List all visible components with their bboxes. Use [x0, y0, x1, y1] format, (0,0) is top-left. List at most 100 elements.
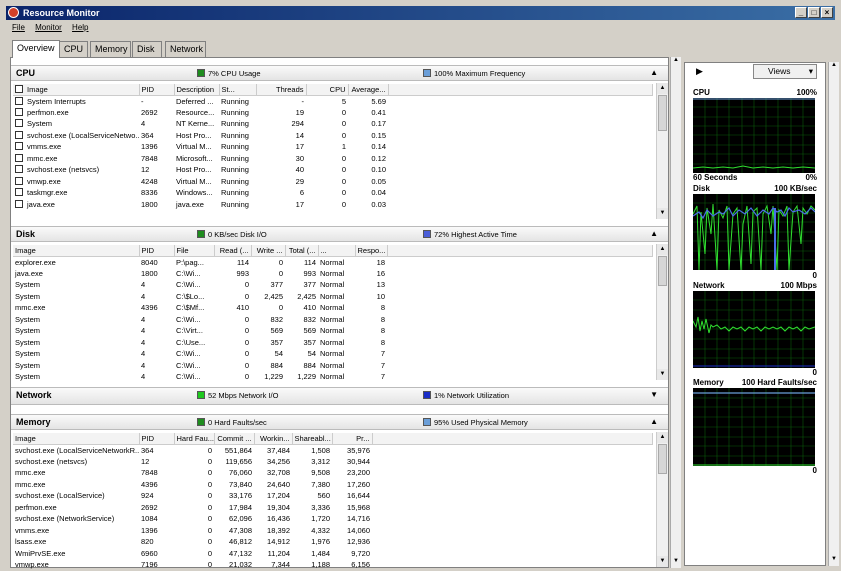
table-row[interactable]: perfmon.exe 2692 0 17,984 19,304 3,336 15,968 [13, 502, 653, 514]
graph-pane-scrollbar[interactable]: ▲ ▼ [828, 62, 839, 566]
collapse-arrow-icon[interactable]: ▲ [650, 417, 658, 426]
column-header[interactable]: Commit ... [214, 433, 255, 445]
table-row[interactable]: taskmgr.exe 8336 Windows... Running 6 0 0.04 [13, 187, 653, 199]
scroll-thumb[interactable] [658, 95, 667, 131]
row-checkbox[interactable] [15, 176, 23, 185]
table-row[interactable]: System 4 C:\Wi... 0 884 884 Normal 7 [13, 360, 653, 372]
select-all-checkbox[interactable] [15, 84, 23, 93]
row-checkbox[interactable] [15, 130, 23, 139]
table-row[interactable]: mmc.exe 4396 C:\$Mf... 410 0 410 Normal 8 [13, 302, 653, 314]
expand-arrow-icon[interactable]: ▼ [650, 390, 658, 399]
tab-overview[interactable]: Overview [12, 40, 60, 58]
table-row[interactable]: svchost.exe (LocalServiceNetwo... 364 Host… [13, 130, 653, 142]
table-row[interactable]: System Interrupts - Deferred ... Running - 5 5… [13, 95, 653, 107]
table-row[interactable]: lsass.exe 820 0 46,812 14,912 1,976 12,936 [13, 536, 653, 548]
disk-scrollbar[interactable]: ▲ ▼ [656, 244, 668, 380]
column-header[interactable]: Image [13, 433, 140, 445]
scroll-thumb[interactable] [658, 256, 667, 286]
table-row[interactable]: svchost.exe (LocalService) 924 0 33,176 17,2… [13, 490, 653, 502]
close-button[interactable]: × [821, 7, 833, 18]
tab-cpu[interactable]: CPU [59, 41, 88, 57]
table-row[interactable]: System 4 C:\Wi... 0 377 377 Normal 13 [13, 279, 653, 291]
scroll-up-icon[interactable]: ▲ [657, 83, 668, 94]
cpu-section-header[interactable]: CPU 7% CPU Usage 100% Maximum Frequency … [11, 65, 668, 81]
row-checkbox[interactable] [15, 96, 23, 105]
table-row[interactable]: System 4 C:\Wi... 0 1,229 1,229 Normal 7 [13, 371, 653, 383]
menu-help[interactable]: Help [72, 23, 88, 32]
maximize-button[interactable]: □ [808, 7, 820, 18]
table-row[interactable]: mmc.exe 7848 0 76,060 32,708 9,508 23,200 [13, 467, 653, 479]
network-section-header[interactable]: Network 52 Mbps Network I/O 1% Network U… [11, 387, 668, 405]
disk-section-header[interactable]: Disk 0 KB/sec Disk I/O 72% Highest Activ… [11, 226, 668, 242]
column-header[interactable]: Write ... [251, 245, 286, 257]
row-checkbox[interactable] [15, 107, 23, 116]
table-row[interactable]: System 4 C:\Wi... 0 54 54 Normal 7 [13, 348, 653, 360]
chevron-down-icon[interactable]: ▾ [809, 65, 813, 78]
menu-file[interactable]: File [12, 23, 25, 32]
scroll-down-icon[interactable]: ▼ [657, 208, 668, 219]
scroll-up-icon[interactable]: ▲ [829, 62, 839, 72]
table-row[interactable]: System 4 NT Kerne... Running 294 0 0.17 [13, 118, 653, 130]
column-header[interactable]: St... [219, 84, 257, 96]
scroll-down-icon[interactable]: ▼ [829, 556, 839, 566]
column-header[interactable]: Read (... [214, 245, 252, 257]
table-row[interactable]: svchost.exe (netsvcs) 12 Host Pro... Runnin… [13, 164, 653, 176]
scroll-up-icon[interactable]: ▲ [657, 244, 668, 255]
table-row[interactable]: System 4 C:\$Lo... 0 2,425 2,425 Normal 10 [13, 291, 653, 303]
column-header[interactable]: File [174, 245, 215, 257]
scroll-up-icon[interactable]: ▲ [671, 57, 681, 67]
main-pane-scrollbar[interactable]: ▲ ▼ [670, 57, 681, 568]
table-row[interactable]: svchost.exe (LocalServiceNetworkR... 364 0… [13, 444, 653, 456]
row-checkbox[interactable] [15, 119, 23, 128]
minimize-button[interactable]: _ [795, 7, 807, 18]
row-checkbox[interactable] [15, 199, 23, 208]
column-header[interactable]: Image [13, 84, 140, 96]
column-header[interactable]: PID [139, 245, 175, 257]
cpu-scrollbar[interactable]: ▲ ▼ [656, 83, 668, 219]
memory-section-header[interactable]: Memory 0 Hard Faults/sec 95% Used Physic… [11, 414, 668, 430]
table-row[interactable]: java.exe 1800 java.exe Running 17 0 0.03 [13, 199, 653, 211]
column-header[interactable]: Pr... [332, 433, 373, 445]
table-row[interactable]: svchost.exe (netsvcs) 12 0 119,656 34,256 3,3… [13, 456, 653, 468]
column-header[interactable]: PID [139, 84, 175, 96]
table-row[interactable]: System 4 C:\Use... 0 357 357 Normal 8 [13, 337, 653, 349]
table-row[interactable]: java.exe 1800 C:\Wi... 993 0 993 Normal 16 [13, 268, 653, 280]
row-checkbox[interactable] [15, 142, 23, 151]
table-row[interactable]: vmms.exe 1396 Virtual M... Running 17 1 0.14 [13, 141, 653, 153]
memory-scrollbar[interactable]: ▲ ▼ [656, 432, 668, 567]
column-header[interactable]: PID [139, 433, 175, 445]
views-dropdown[interactable]: Views ▾ [753, 64, 817, 79]
table-row[interactable]: mmc.exe 7848 Microsoft... Running 30 0 0.12 [13, 153, 653, 165]
scroll-up-icon[interactable]: ▲ [657, 432, 668, 443]
table-row[interactable]: vmwp.exe 4248 Virtual M... Running 29 0 0.05 [13, 176, 653, 188]
scroll-thumb[interactable] [658, 444, 667, 474]
scroll-down-icon[interactable]: ▼ [657, 556, 668, 567]
table-row[interactable]: System 4 C:\Wi... 0 832 832 Normal 8 [13, 314, 653, 326]
collapse-arrow-icon[interactable]: ▲ [650, 68, 658, 77]
tab-disk[interactable]: Disk [132, 41, 162, 57]
column-header[interactable]: Workin... [254, 433, 293, 445]
tab-network[interactable]: Network [165, 41, 206, 57]
table-row[interactable]: explorer.exe 8040 P:\pag... 114 0 114 Normal 18 [13, 256, 653, 268]
row-checkbox[interactable] [15, 165, 23, 174]
column-header[interactable]: Hard Fau... [174, 433, 215, 445]
column-header[interactable]: Average... [348, 84, 389, 96]
scroll-down-icon[interactable]: ▼ [671, 558, 681, 568]
expand-pane-arrow-icon[interactable]: ▶ [696, 66, 703, 77]
column-header[interactable]: CPU [306, 84, 349, 96]
scroll-down-icon[interactable]: ▼ [657, 369, 668, 380]
column-header[interactable]: ... [318, 245, 356, 257]
column-header[interactable]: Description [174, 84, 220, 96]
menu-monitor[interactable]: Monitor [35, 23, 62, 32]
collapse-arrow-icon[interactable]: ▲ [650, 229, 658, 238]
table-row[interactable]: vmms.exe 1396 0 47,308 18,392 4,332 14,060 [13, 525, 653, 537]
column-header[interactable]: Image [13, 245, 140, 257]
table-row[interactable]: svchost.exe (NetworkService) 1084 0 62,096 1… [13, 513, 653, 525]
column-header[interactable]: Shareabl... [292, 433, 333, 445]
tab-memory[interactable]: Memory [90, 41, 131, 57]
column-header[interactable]: Threads [256, 84, 307, 96]
table-row[interactable]: System 4 C:\Virt... 0 569 569 Normal 8 [13, 325, 653, 337]
table-row[interactable]: WmiPrvSE.exe 6960 0 47,132 11,204 1,484 9,720 [13, 548, 653, 560]
table-row[interactable]: mmc.exe 4396 0 73,840 24,640 7,380 17,260 [13, 479, 653, 491]
column-header[interactable]: Respo... [355, 245, 388, 257]
